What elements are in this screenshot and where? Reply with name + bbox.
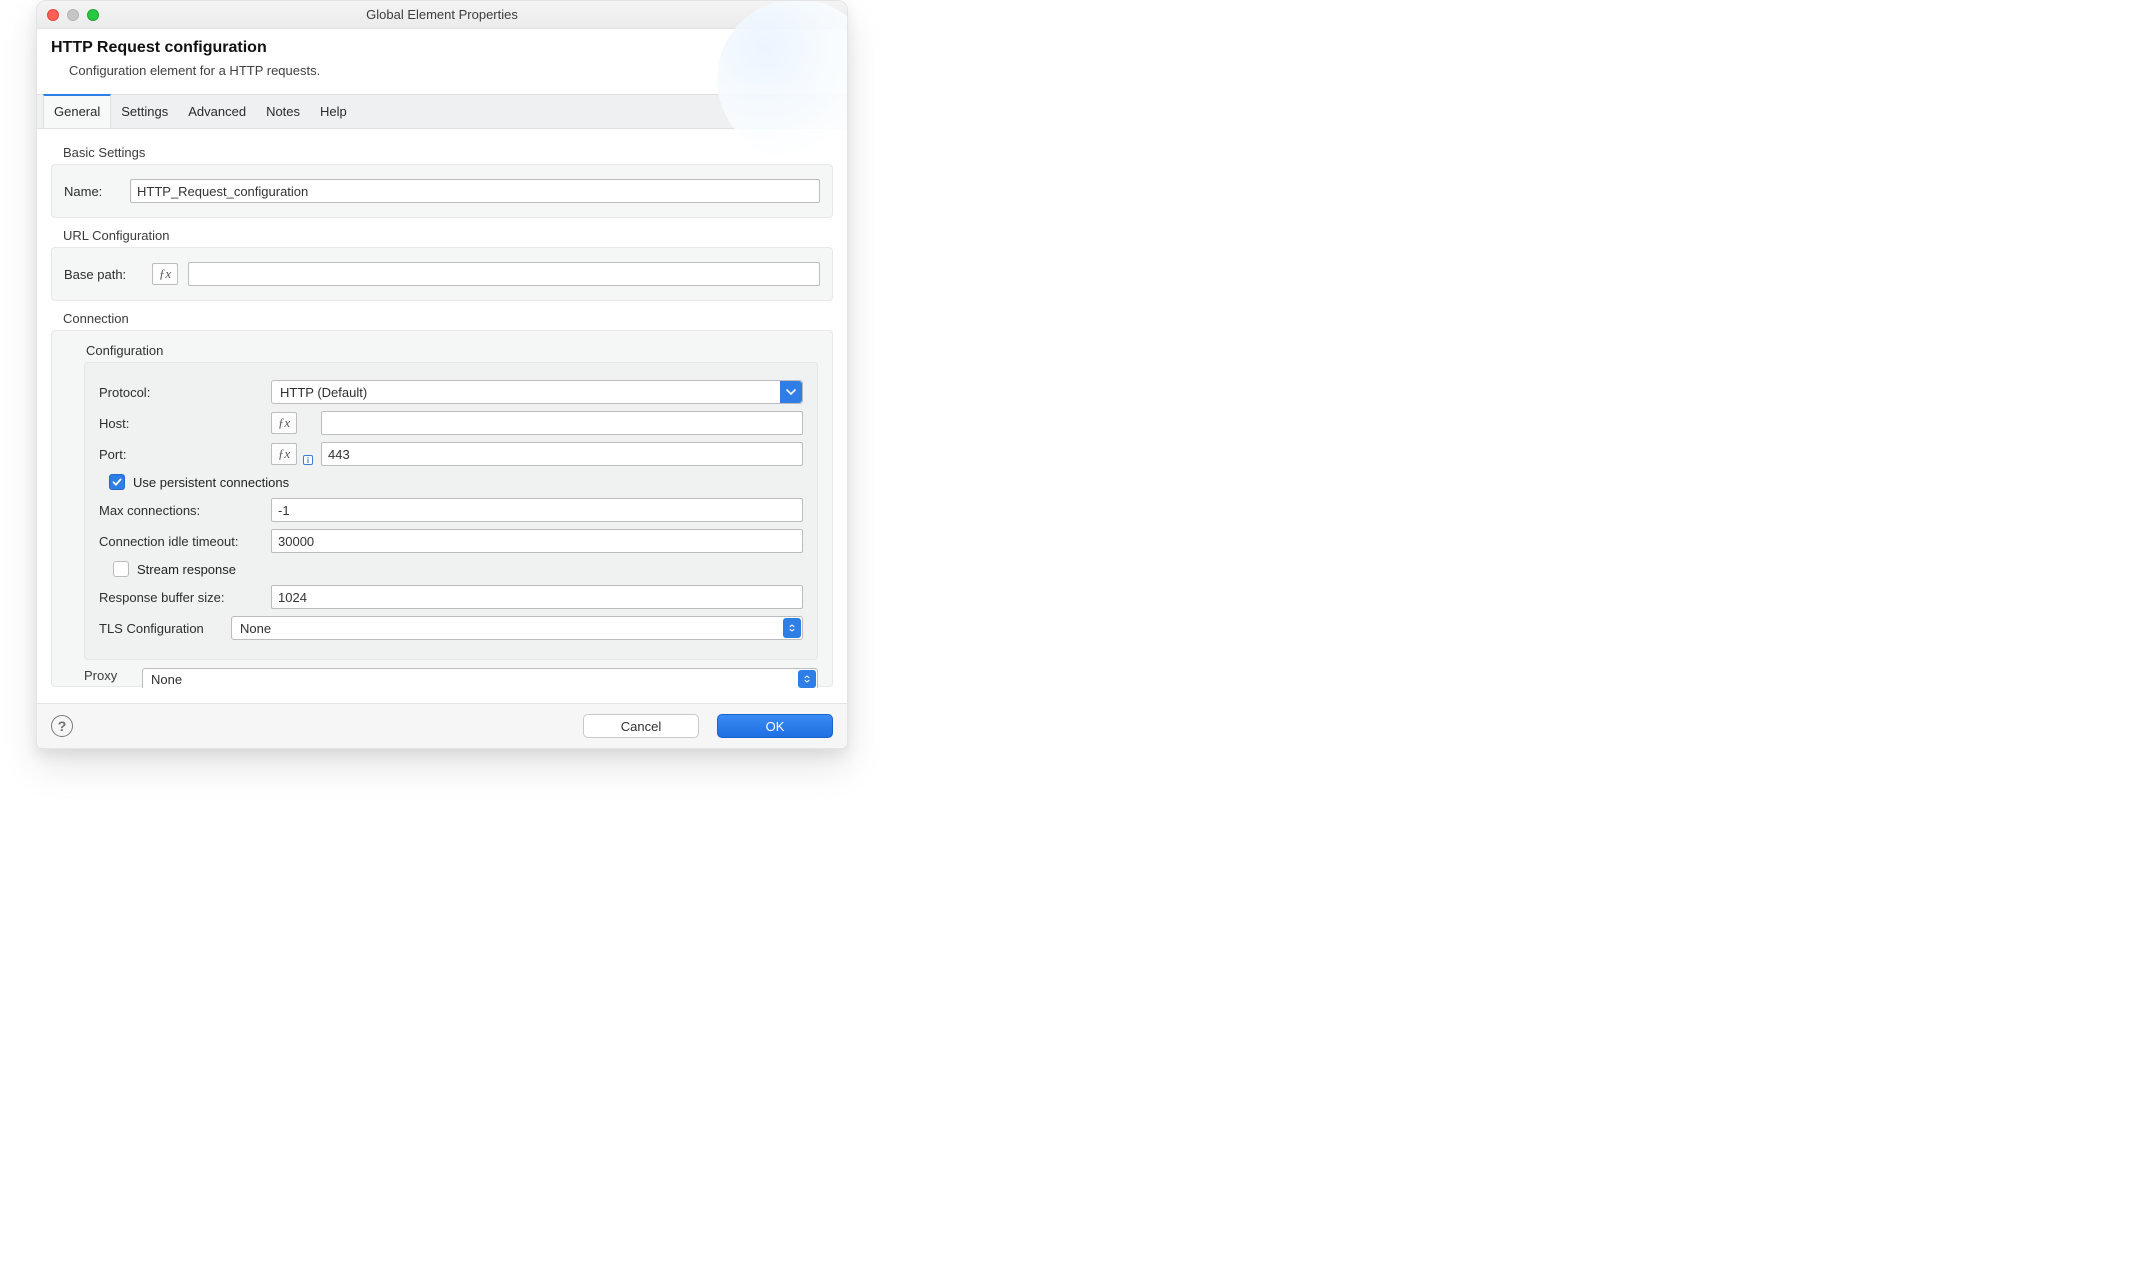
panel-basic: Name: — [51, 164, 833, 218]
configuration-subtitle: Configuration — [86, 343, 818, 358]
dialog-footer: ? Cancel OK — [37, 703, 847, 748]
tab-general[interactable]: General — [43, 94, 111, 128]
section-basic-title: Basic Settings — [63, 145, 833, 160]
dialog-header: HTTP Request configuration Configuration… — [37, 29, 847, 94]
section-connection-title: Connection — [63, 311, 833, 326]
help-icon[interactable]: ? — [51, 715, 73, 737]
max-connections-input[interactable] — [271, 498, 803, 522]
persistent-connections-label: Use persistent connections — [133, 475, 289, 490]
tab-advanced[interactable]: Advanced — [178, 95, 256, 128]
panel-url: Base path: ƒx — [51, 247, 833, 301]
panel-configuration: Protocol: HTTP (Default) Host: — [84, 362, 818, 660]
tls-config-select[interactable]: None — [231, 616, 803, 640]
proxy-label: Proxy — [84, 668, 132, 683]
ok-button[interactable]: OK — [717, 714, 833, 738]
minimize-window-icon — [67, 9, 79, 21]
dialog-body: Basic Settings Name: URL Configuration B… — [37, 129, 847, 703]
section-url-title: URL Configuration — [63, 228, 833, 243]
fx-button-host[interactable]: ƒx — [271, 412, 297, 434]
info-icon[interactable]: i — [303, 455, 313, 465]
titlebar: Global Element Properties — [37, 1, 847, 29]
updown-icon — [783, 618, 801, 638]
panel-connection: Configuration Protocol: HTTP (Default) — [51, 330, 833, 687]
tls-config-value: None — [240, 621, 271, 636]
page-subtitle: Configuration element for a HTTP request… — [51, 63, 833, 78]
port-input[interactable] — [321, 442, 803, 466]
fx-button-basepath[interactable]: ƒx — [152, 263, 178, 285]
window-controls — [47, 9, 99, 21]
max-connections-label: Max connections: — [99, 503, 271, 518]
idle-timeout-input[interactable] — [271, 529, 803, 553]
close-window-icon[interactable] — [47, 9, 59, 21]
tab-notes[interactable]: Notes — [256, 95, 310, 128]
tab-settings[interactable]: Settings — [111, 95, 178, 128]
host-label: Host: — [99, 416, 271, 431]
protocol-value: HTTP (Default) — [280, 385, 367, 400]
idle-timeout-label: Connection idle timeout: — [99, 534, 271, 549]
name-input[interactable] — [130, 179, 820, 203]
host-input[interactable] — [321, 411, 803, 435]
response-buffer-input[interactable] — [271, 585, 803, 609]
port-label: Port: — [99, 447, 271, 462]
protocol-select[interactable]: HTTP (Default) — [271, 380, 803, 404]
chevron-down-icon — [780, 381, 802, 403]
stream-response-label: Stream response — [137, 562, 236, 577]
page-title: HTTP Request configuration — [51, 39, 833, 57]
basepath-label: Base path: — [64, 267, 142, 282]
cancel-button[interactable]: Cancel — [583, 714, 699, 738]
tls-config-label: TLS Configuration — [99, 621, 231, 636]
fx-button-port[interactable]: ƒx — [271, 443, 297, 465]
proxy-select[interactable]: None — [142, 668, 818, 688]
name-label: Name: — [64, 184, 120, 199]
stream-response-checkbox[interactable] — [113, 561, 129, 577]
proxy-value: None — [151, 672, 182, 687]
dialog-window: Global Element Properties HTTP Request c… — [36, 0, 848, 749]
zoom-window-icon[interactable] — [87, 9, 99, 21]
persistent-connections-checkbox[interactable] — [109, 474, 125, 490]
protocol-label: Protocol: — [99, 385, 271, 400]
basepath-input[interactable] — [188, 262, 820, 286]
tab-help[interactable]: Help — [310, 95, 357, 128]
window-title: Global Element Properties — [366, 7, 518, 22]
response-buffer-label: Response buffer size: — [99, 590, 271, 605]
updown-icon — [798, 670, 816, 688]
